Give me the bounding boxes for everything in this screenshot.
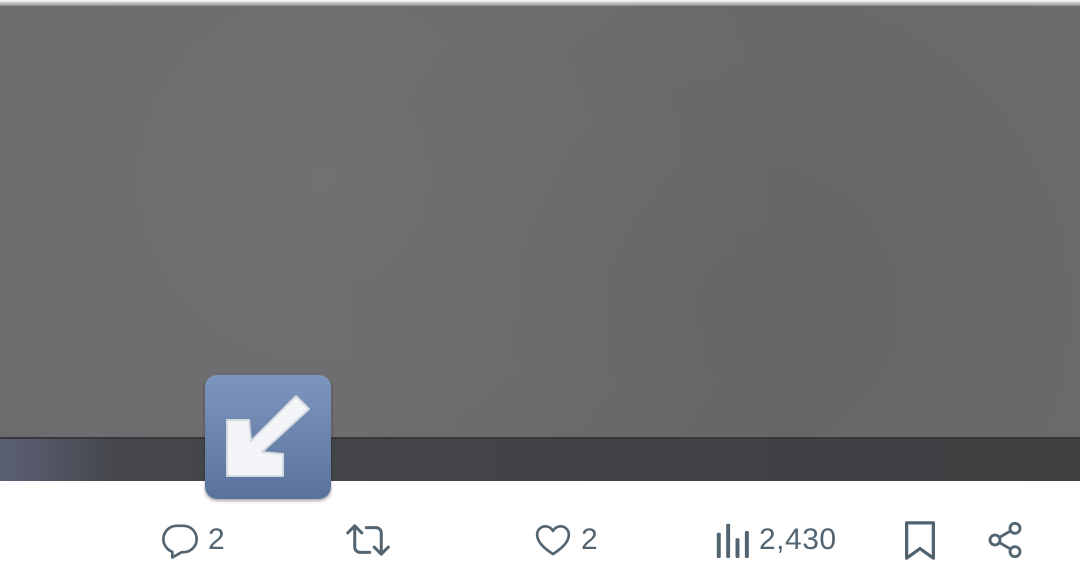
repost-icon [345,520,391,560]
media-ledge [0,437,1080,481]
bookmark-button[interactable] [902,518,938,562]
reply-count: 2 [208,523,226,556]
views-count: 2,430 [759,523,837,556]
bookmark-icon [902,519,938,561]
media-wall-surface [0,6,1080,437]
down-left-arrow-emoji-icon [205,375,331,499]
heart-icon [533,520,573,560]
like-count: 2 [581,523,599,556]
reply-button[interactable]: 2 [160,518,225,562]
reply-bubble-icon [160,520,200,560]
share-button[interactable] [985,518,1025,562]
post-action-bar: 2 2 2,430 [0,500,1080,582]
share-icon [985,520,1025,560]
views-button[interactable]: 2,430 [715,518,837,562]
repost-button[interactable] [345,518,399,562]
like-button[interactable]: 2 [533,518,598,562]
bar-chart-icon [715,520,751,560]
post-media-image[interactable] [0,0,1080,481]
